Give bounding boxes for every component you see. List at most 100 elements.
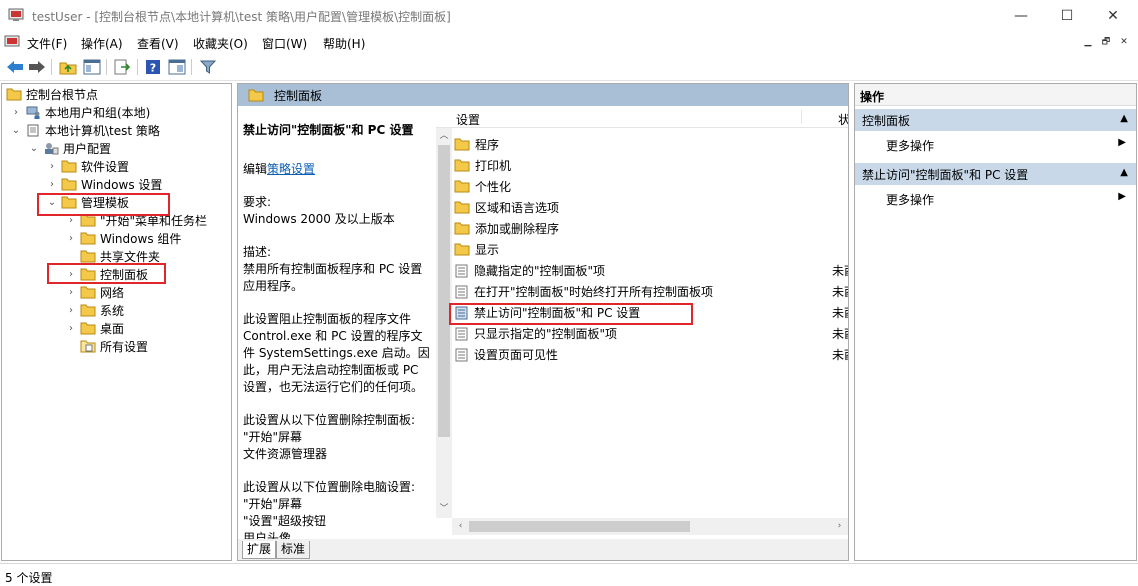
- list-item-settings-page-visibility[interactable]: 设置页面可见性 未酉: [452, 344, 848, 365]
- description-text: 文件资源管理器: [243, 447, 328, 461]
- chevron-right-icon[interactable]: ›: [10, 107, 22, 118]
- list-item-regional-language[interactable]: 区域和语言选项: [452, 197, 848, 218]
- chevron-right-icon[interactable]: ›: [46, 179, 58, 190]
- scroll-left-icon[interactable]: ‹: [452, 518, 469, 535]
- tree-item-user-config[interactable]: ⌄ 用户配置: [28, 139, 111, 157]
- filter-icon: [200, 60, 216, 74]
- minimize-button[interactable]: —: [998, 0, 1044, 31]
- list-item-personalization[interactable]: 个性化: [452, 176, 848, 197]
- tree-item-control-panel[interactable]: › 控制面板: [65, 265, 148, 283]
- actions-section-prohibit-setting[interactable]: 禁止访问"控制面板"和 PC 设置 ▲: [855, 163, 1136, 185]
- close-button[interactable]: ✕: [1090, 0, 1136, 31]
- column-header-state[interactable]: 状: [838, 111, 848, 128]
- chevron-right-icon[interactable]: ›: [65, 287, 77, 298]
- collapse-up-icon[interactable]: ▲: [1120, 167, 1128, 178]
- list-item-label: 禁止访问"控制面板"和 PC 设置: [474, 306, 641, 320]
- mdi-minimize-button[interactable]: ▁: [1080, 34, 1096, 49]
- menu-view[interactable]: 查看(V): [137, 35, 179, 52]
- tree-item-console-root[interactable]: 控制台根节点: [6, 85, 98, 103]
- mmc-document-icon[interactable]: [4, 34, 20, 50]
- tree-item-start-menu-taskbar[interactable]: › "开始"菜单和任务栏: [65, 211, 207, 229]
- forward-button[interactable]: [27, 57, 47, 77]
- tab-extended[interactable]: 扩展: [242, 541, 277, 559]
- folder-icon: [80, 268, 96, 280]
- tree-item-windows-components[interactable]: › Windows 组件: [65, 229, 181, 247]
- chevron-right-icon[interactable]: ›: [46, 161, 58, 172]
- tree-item-admin-templates[interactable]: ⌄ 管理模板: [46, 193, 129, 211]
- action-more-actions[interactable]: 更多操作 ▶: [855, 187, 1136, 209]
- list-item-display[interactable]: 显示: [452, 239, 848, 260]
- show-hide-tree-button[interactable]: [82, 57, 102, 77]
- tree-item-shared-folders[interactable]: 共享文件夹: [80, 247, 160, 265]
- toolbar-separator: [191, 59, 192, 75]
- scroll-up-icon[interactable]: ︿: [436, 128, 452, 145]
- list-item-hide-specified-items[interactable]: 隐藏指定的"控制面板"项 未酉: [452, 260, 848, 281]
- tree-item-all-settings[interactable]: 所有设置: [80, 337, 148, 355]
- user-config-icon: [45, 142, 59, 154]
- menu-file[interactable]: 文件(F): [27, 35, 67, 52]
- export-list-button[interactable]: [112, 57, 132, 77]
- forward-arrow-icon: [29, 61, 45, 73]
- svg-text:?: ?: [150, 62, 156, 75]
- menu-help[interactable]: 帮助(H): [323, 35, 365, 52]
- folder-icon: [61, 196, 77, 208]
- mmc-app-icon: [8, 8, 24, 21]
- scroll-right-icon[interactable]: ›: [831, 518, 848, 535]
- tree-item-label: Windows 组件: [100, 231, 182, 246]
- tree-item-windows-settings[interactable]: › Windows 设置: [46, 175, 162, 193]
- action-label: 更多操作: [886, 139, 935, 153]
- list-item-prohibit-control-panel[interactable]: 禁止访问"控制面板"和 PC 设置 未酉: [452, 302, 848, 323]
- list-item-add-remove-programs[interactable]: 添加或删除程序: [452, 218, 848, 239]
- help-button[interactable]: ?: [143, 57, 163, 77]
- folder-icon: [454, 222, 470, 235]
- maximize-button[interactable]: ☐: [1044, 0, 1090, 31]
- description-text: 此设置阻止控制面板的程序文件: [243, 312, 412, 326]
- tree-item-desktop[interactable]: › 桌面: [65, 319, 124, 337]
- filter-button[interactable]: [198, 57, 218, 77]
- view-tabs: 扩展 标准: [238, 539, 848, 560]
- scroll-down-icon[interactable]: ﹀: [436, 501, 452, 518]
- chevron-right-icon[interactable]: ›: [65, 269, 77, 280]
- tree-item-software-settings[interactable]: › 软件设置: [46, 157, 129, 175]
- back-button[interactable]: [5, 57, 25, 77]
- properties-button[interactable]: [167, 57, 187, 77]
- list-item-programs[interactable]: 程序: [452, 134, 848, 155]
- tab-standard[interactable]: 标准: [276, 541, 311, 559]
- tree-item-network[interactable]: › 网络: [65, 283, 124, 301]
- menu-window[interactable]: 窗口(W): [262, 35, 307, 52]
- scrollbar-thumb[interactable]: [469, 521, 690, 532]
- actions-section-control-panel[interactable]: 控制面板 ▲: [855, 109, 1136, 131]
- window-title: testUser - [控制台根节点\本地计算机\test 策略\用户配置\管理…: [32, 10, 451, 24]
- menu-favorites[interactable]: 收藏夹(O): [193, 35, 248, 52]
- tree-item-system[interactable]: › 系统: [65, 301, 124, 319]
- mdi-close-button[interactable]: ✕: [1116, 34, 1132, 49]
- list-item-always-open-all-items[interactable]: 在打开"控制面板"时始终打开所有控制面板项 未酉: [452, 281, 848, 302]
- horizontal-scrollbar[interactable]: ‹ ›: [452, 518, 848, 535]
- chevron-down-icon[interactable]: ⌄: [46, 197, 58, 208]
- column-divider[interactable]: [801, 110, 802, 124]
- chevron-down-icon[interactable]: ⌄: [28, 143, 40, 154]
- chevron-right-icon[interactable]: ›: [65, 233, 77, 244]
- edit-policy-link[interactable]: 策略设置: [267, 162, 315, 176]
- scrollbar-thumb[interactable]: [438, 145, 450, 437]
- menu-action[interactable]: 操作(A): [81, 35, 123, 52]
- list-item-printers[interactable]: 打印机: [452, 155, 848, 176]
- vertical-scrollbar[interactable]: ︿ ﹀: [436, 128, 452, 518]
- toolbar-separator: [51, 59, 52, 75]
- list-item-show-only-specified-items[interactable]: 只显示指定的"控制面板"项 未酉: [452, 323, 848, 344]
- chevron-right-icon[interactable]: ›: [65, 305, 77, 316]
- requirement-value: Windows 2000 及以上版本: [243, 212, 395, 226]
- column-header-setting[interactable]: 设置: [456, 111, 480, 128]
- list-item-state: 未酉: [832, 348, 848, 362]
- chevron-right-icon[interactable]: ›: [65, 215, 77, 226]
- tree-item-local-users-groups[interactable]: › 本地用户和组(本地): [10, 103, 150, 121]
- action-more-actions[interactable]: 更多操作 ▶: [855, 133, 1136, 155]
- up-level-button[interactable]: [58, 57, 78, 77]
- edit-prefix: 编辑: [243, 162, 268, 176]
- chevron-right-icon[interactable]: ›: [65, 323, 77, 334]
- tree-item-local-computer-policy[interactable]: ⌄ 本地计算机\test 策略: [10, 121, 160, 139]
- tree-item-label: 控制台根节点: [26, 87, 99, 102]
- chevron-down-icon[interactable]: ⌄: [10, 125, 22, 136]
- mdi-restore-button[interactable]: 🗗: [1098, 34, 1114, 49]
- collapse-up-icon[interactable]: ▲: [1120, 113, 1128, 124]
